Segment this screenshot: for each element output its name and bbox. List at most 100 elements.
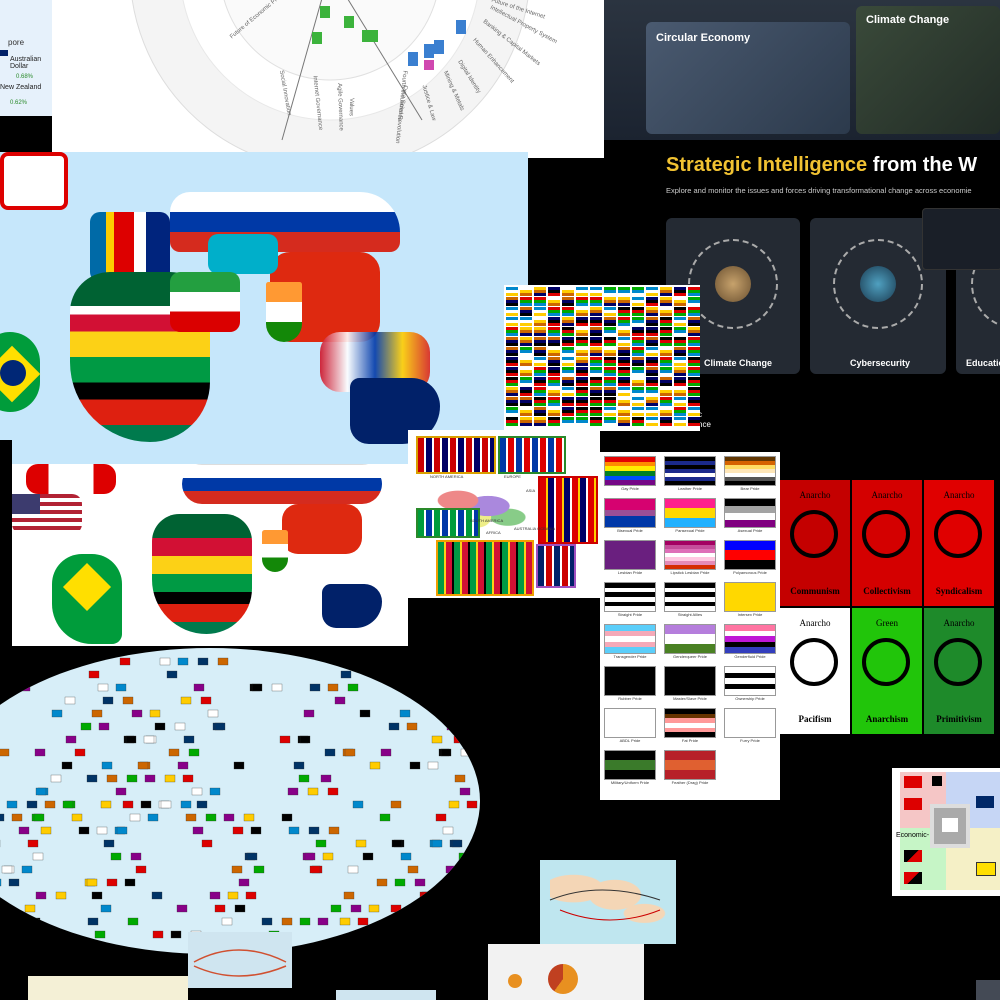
grid-flag-stripe [562, 293, 574, 296]
grid-flag-stripe [632, 357, 644, 360]
grid-flag-stripe [562, 410, 574, 413]
world-flag-map-1[interactable] [0, 152, 528, 464]
grid-flag-stripe [618, 297, 630, 300]
grid-flag-stripe [562, 373, 574, 376]
grid-flag-stripe [688, 387, 700, 390]
currency-tile[interactable]: pore Australian Dollar 0.68% New Zealand… [0, 0, 52, 116]
grid-flag-stripe [590, 303, 602, 306]
flag-icon [414, 878, 426, 887]
grid-flag-stripe [618, 300, 630, 303]
flag-icon [351, 657, 363, 666]
flag-icon [115, 683, 127, 692]
grid-flag-stripe [632, 333, 644, 336]
compass-flag-b [932, 776, 942, 786]
flag-icon [27, 839, 39, 848]
grid-flag-stripe [590, 403, 602, 406]
flag-icon [449, 657, 461, 666]
grid-flag-stripe [534, 297, 546, 300]
flag-icon [221, 917, 233, 926]
bottom-map-tile-c[interactable] [976, 980, 1000, 1000]
bottom-map-tile-b[interactable] [336, 990, 436, 1000]
grid-flag-stripe [660, 387, 672, 390]
world-flag-map-3[interactable] [0, 648, 480, 954]
political-compass-tile[interactable]: Economic- [892, 768, 1000, 896]
grid-flag-stripe [688, 303, 700, 306]
grid-flag-stripe [562, 407, 574, 410]
flag-icon [357, 917, 369, 926]
grid-flag-stripe [520, 317, 532, 320]
grid-flag-stripe [576, 360, 588, 363]
currency-partial-label: pore [8, 38, 25, 47]
flag-icon [147, 813, 159, 822]
flags-grid-tile[interactable] [504, 285, 700, 431]
grid-flag-stripe [548, 293, 560, 296]
grid-flag-stripe [604, 340, 616, 343]
grid-flag-stripe [590, 363, 602, 366]
pride-flag-label: Leather Pride [677, 486, 702, 491]
anarcho-flag-top-label: Anarcho [943, 490, 975, 500]
grid-flag-stripe [534, 303, 546, 306]
grid-flag-stripe [604, 407, 616, 410]
grid-flag-stripe [646, 417, 658, 420]
grid-flag-stripe [688, 390, 700, 393]
flag-icon [467, 657, 479, 666]
route-map-tile[interactable] [188, 932, 292, 988]
flag-icon [159, 657, 171, 666]
grid-flag-stripe [632, 293, 644, 296]
grid-flag-stripe [534, 377, 546, 380]
flag-icon [281, 813, 293, 822]
shipping-map-tile[interactable] [540, 860, 676, 944]
grid-flag-stripe [506, 357, 518, 360]
grid-flag-stripe [562, 297, 574, 300]
flag-icon [359, 709, 371, 718]
grid-flag-stripe [646, 387, 658, 390]
grid-flag-stripe [576, 373, 588, 376]
grid-flag-stripe [520, 363, 532, 366]
wef-hero-tile[interactable]: Circular Economy Climate Change [604, 0, 1000, 140]
pride-flags-tile[interactable]: Gay Pride Leather Pride Bear Pride Bisexual… [600, 452, 780, 800]
grid-flag-stripe [576, 423, 588, 426]
flag-icon [80, 722, 92, 731]
hero-card-circular-economy[interactable]: Circular Economy [646, 22, 850, 134]
grid-flag-stripe [520, 370, 532, 373]
grid-flag-stripe [534, 290, 546, 293]
grid-flag-stripe [576, 397, 588, 400]
grid-flag-stripe [590, 350, 602, 353]
russia-flag-region [170, 192, 400, 252]
grid-flag-stripe [646, 303, 658, 306]
continent-flag-map[interactable]: NORTH AMERICA SOUTH AMERICA EUROPE AFRIC… [408, 430, 600, 598]
flag-icon [450, 696, 462, 705]
grid-flag-stripe [660, 337, 672, 340]
grid-flag-stripe [534, 397, 546, 400]
bottom-map-tile-a[interactable] [28, 976, 188, 1000]
grid-flag-stripe [632, 393, 644, 396]
currency-australian-dollar: Australian Dollar [10, 56, 42, 70]
grid-flag-stripe [618, 307, 630, 310]
left-strip-tile[interactable] [0, 440, 12, 624]
grid-flag-stripe [688, 290, 700, 293]
world-flag-map-2[interactable] [12, 464, 408, 646]
wef-headline-accent: Strategic Intelligence [666, 154, 868, 176]
grid-flag-stripe [604, 317, 616, 320]
grid-flag-stripe [688, 357, 700, 360]
grid-flag-stripe [590, 373, 602, 376]
grid-flag-stripe [562, 347, 574, 350]
anarcho-flags-tile[interactable]: Anarcho Communism Anarcho Collectivism Anarc… [780, 480, 1000, 736]
pie-map-tile[interactable] [488, 944, 644, 1000]
grid-flag-stripe [520, 327, 532, 330]
flag-icon [94, 930, 106, 939]
grid-flag-stripe [520, 423, 532, 426]
pride-flag: Furry Pride [724, 708, 776, 748]
anarcho-flag: Anarcho Communism [780, 480, 850, 606]
grid-flag-stripe [646, 323, 658, 326]
grid-flag-stripe [632, 367, 644, 370]
grid-flag-stripe [534, 407, 546, 410]
grid-flag-stripe [576, 387, 588, 390]
flag-icon [45, 657, 57, 666]
hero-card-climate-change[interactable]: Climate Change [856, 6, 1000, 134]
grid-flag-stripe [506, 420, 518, 423]
radial-diagram-tile[interactable]: Future of the Internet Intellectual Prop… [52, 0, 604, 158]
flag-icon [180, 696, 192, 705]
flags-grid [506, 287, 700, 426]
grid-flag-stripe [646, 393, 658, 396]
